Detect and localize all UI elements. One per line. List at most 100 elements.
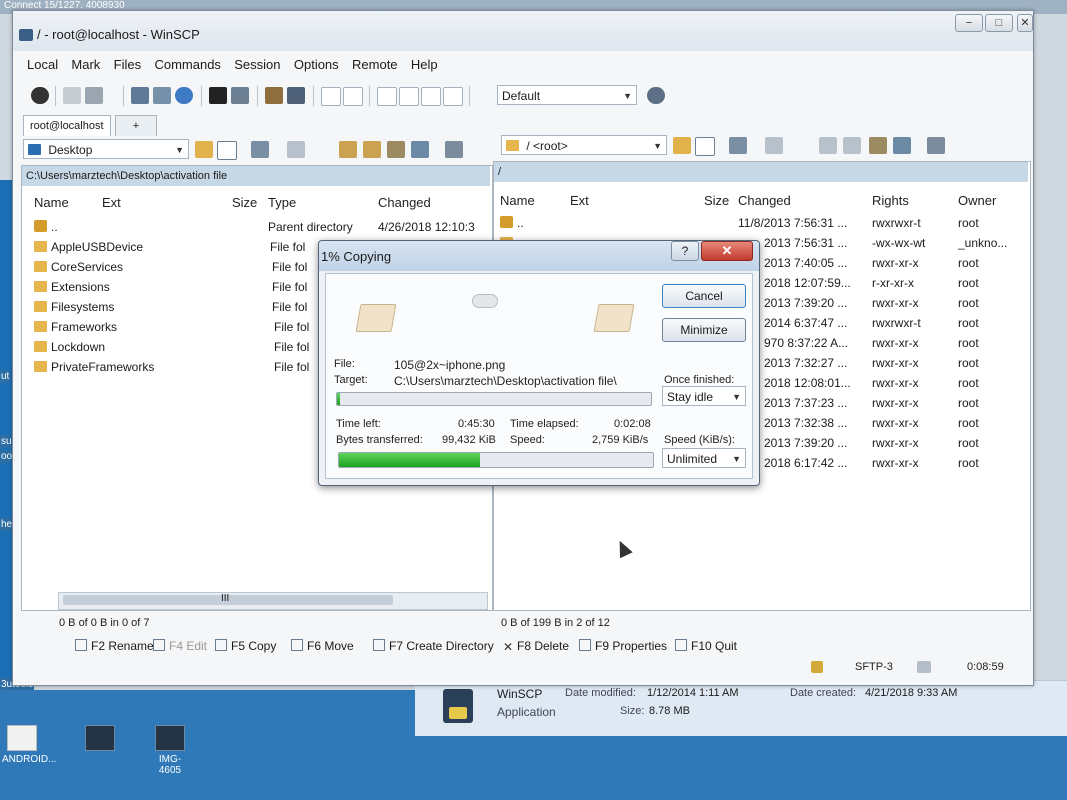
remote-location-select[interactable]: / <root> ▼ xyxy=(501,135,667,155)
f9-properties-button[interactable]: F9 Properties xyxy=(579,639,667,653)
home-icon[interactable] xyxy=(387,141,405,158)
row-owner: root xyxy=(958,436,979,450)
reload-icon[interactable] xyxy=(443,87,463,106)
remote-path[interactable]: / xyxy=(494,162,1028,182)
menu-session[interactable]: Session xyxy=(234,57,280,72)
filter-icon[interactable] xyxy=(377,87,397,106)
local-path[interactable]: C:\Users\marztech\Desktop\activation fil… xyxy=(22,166,490,186)
f8-delete-button[interactable]: ✕ F8 Delete xyxy=(503,639,569,654)
menu-help[interactable]: Help xyxy=(411,57,438,72)
transfer-profile-select[interactable]: Default ▼ xyxy=(497,85,637,105)
transfer-settings-icon[interactable] xyxy=(85,87,103,104)
speed-value: 2,759 KiB/s xyxy=(592,434,649,446)
preferences-icon[interactable] xyxy=(31,87,49,104)
clear-icon[interactable] xyxy=(421,87,441,106)
dialog-close-button[interactable]: ✕ xyxy=(701,241,753,261)
minimize-button[interactable]: Minimize xyxy=(662,318,746,342)
open-folder-icon[interactable] xyxy=(195,141,213,158)
help-button[interactable]: ? xyxy=(671,241,699,261)
menu-mark[interactable]: Mark xyxy=(71,57,100,72)
refresh-icon[interactable] xyxy=(893,137,911,154)
row-changed: 2014 6:37:47 ... xyxy=(764,316,848,330)
f7-create-directory-button[interactable]: F7 Create Directory xyxy=(373,639,494,653)
compare-icon[interactable] xyxy=(265,87,283,104)
row-owner: root xyxy=(958,276,979,290)
add-icon[interactable] xyxy=(321,87,341,106)
back-icon[interactable] xyxy=(251,141,269,158)
refresh-icon[interactable] xyxy=(175,87,193,104)
sort-icon[interactable] xyxy=(399,87,419,106)
folder-icon xyxy=(34,341,47,352)
menu-local[interactable]: Local xyxy=(27,57,58,72)
explorer-details-pane: WinSCP Application Date modified: 1/12/2… xyxy=(415,680,1067,736)
f4-edit-button[interactable]: F4 Edit xyxy=(153,639,207,653)
new-session-tab[interactable]: + xyxy=(115,115,157,136)
col-rights[interactable]: Rights xyxy=(872,190,909,212)
menu-files[interactable]: Files xyxy=(114,57,141,72)
file-progress-bar xyxy=(336,392,652,406)
table-row[interactable]: .. 11/8/2013 7:56:31 ... rwxrwxr-t root xyxy=(494,214,1028,234)
col-ext[interactable]: Ext xyxy=(102,192,121,214)
root-dir-icon[interactable] xyxy=(363,141,381,158)
globe-icon[interactable] xyxy=(647,87,665,104)
col-size[interactable]: Size xyxy=(704,190,729,212)
home-icon[interactable] xyxy=(869,137,887,154)
parent-dir-icon[interactable] xyxy=(339,141,357,158)
row-type: File fol xyxy=(274,320,310,334)
col-owner[interactable]: Owner xyxy=(958,190,996,212)
col-changed[interactable]: Changed xyxy=(378,192,431,214)
table-row[interactable]: .. Parent directory 4/26/2018 12:10:3 xyxy=(22,218,490,238)
forward-icon[interactable] xyxy=(287,141,305,158)
col-type[interactable]: Type xyxy=(268,192,296,214)
terminal-icon[interactable] xyxy=(209,87,227,104)
maximize-window-button[interactable]: □ xyxy=(985,14,1013,32)
total-progress-bar xyxy=(338,452,654,468)
dialog-title-bar[interactable]: 1% Copying ? ✕ xyxy=(319,241,759,271)
once-finished-select[interactable]: Stay idle ▼ xyxy=(662,386,746,406)
filter-icon[interactable] xyxy=(695,137,715,156)
remove-icon[interactable] xyxy=(343,87,363,106)
synchronize-icon[interactable] xyxy=(131,87,149,104)
back-icon[interactable] xyxy=(729,137,747,154)
folder-icon xyxy=(34,261,47,272)
queue-icon[interactable] xyxy=(63,87,81,104)
menu-remote[interactable]: Remote xyxy=(352,57,398,72)
desktop-icon-folder[interactable] xyxy=(80,725,120,754)
open-folder-icon[interactable] xyxy=(673,137,691,154)
col-name[interactable]: Name xyxy=(500,190,535,212)
col-name[interactable]: Name xyxy=(34,192,69,214)
speed-limit-select[interactable]: Unlimited ▼ xyxy=(662,448,746,468)
title-bar[interactable]: / - root@localhost - WinSCP − □ ✕ xyxy=(13,11,1033,51)
refresh-icon[interactable] xyxy=(411,141,429,158)
fkey-label: F4 Edit xyxy=(169,639,208,653)
f5-copy-button[interactable]: F5 Copy xyxy=(215,639,276,653)
col-ext[interactable]: Ext xyxy=(570,190,589,212)
close-window-button[interactable]: ✕ xyxy=(1017,14,1033,32)
filter-icon[interactable] xyxy=(217,141,237,160)
tree-icon[interactable] xyxy=(445,141,463,158)
row-rights: rwxrwxr-t xyxy=(872,316,921,330)
tree-icon[interactable] xyxy=(927,137,945,154)
local-column-headers: Name Ext Size Type Changed xyxy=(22,192,490,214)
find-files-icon[interactable] xyxy=(287,87,305,104)
local-drive-select[interactable]: Desktop ▼ xyxy=(23,139,189,159)
putty-icon[interactable] xyxy=(231,87,249,104)
desktop-icon-img[interactable]: IMG-4605 xyxy=(150,725,190,776)
col-size[interactable]: Size xyxy=(232,192,257,214)
root-dir-icon[interactable] xyxy=(843,137,861,154)
tab-root-localhost[interactable]: root@localhost xyxy=(23,115,111,136)
parent-dir-icon[interactable] xyxy=(819,137,837,154)
col-changed[interactable]: Changed xyxy=(738,190,791,212)
menu-commands[interactable]: Commands xyxy=(154,57,220,72)
menu-options[interactable]: Options xyxy=(294,57,339,72)
forward-icon[interactable] xyxy=(765,137,783,154)
cancel-button[interactable]: Cancel xyxy=(662,284,746,308)
f10-quit-button[interactable]: F10 Quit xyxy=(675,639,737,653)
f6-move-button[interactable]: F6 Move xyxy=(291,639,354,653)
desktop-icon-android[interactable]: ANDROID... xyxy=(2,725,56,765)
desktop-label[interactable]: ut xyxy=(0,370,11,383)
minimize-window-button[interactable]: − xyxy=(955,14,983,32)
local-horizontal-scrollbar[interactable]: III xyxy=(58,592,488,610)
keep-up-to-date-icon[interactable] xyxy=(153,87,171,104)
f2-rename-button[interactable]: F2 Rename xyxy=(75,639,154,653)
